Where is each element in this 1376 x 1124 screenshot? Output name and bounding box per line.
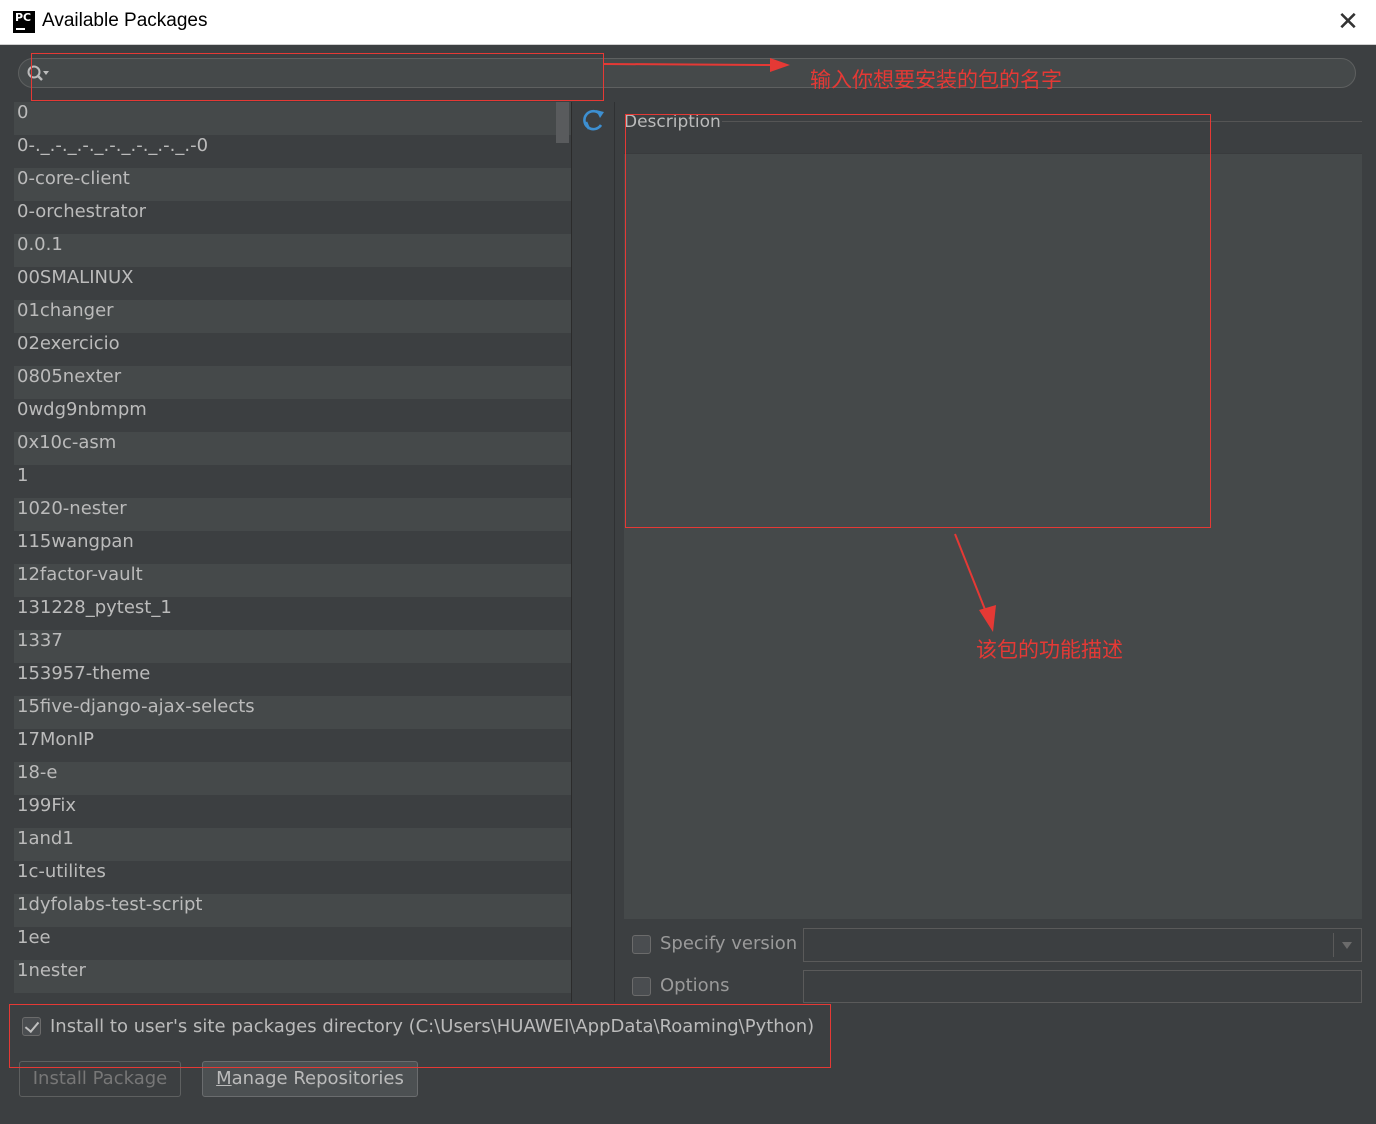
package-list-item[interactable]: 1ee [14, 927, 571, 960]
install-user-site-checkbox[interactable] [22, 1017, 41, 1036]
package-list-item[interactable]: 17MonIP [14, 729, 571, 762]
search-field[interactable] [18, 58, 1356, 88]
title-bar: PC Available Packages ✕ [0, 0, 1376, 45]
install-user-site-label[interactable]: Install to user's site packages director… [50, 1016, 814, 1037]
search-input[interactable] [55, 62, 1345, 84]
package-list-item[interactable]: 1dyfolabs-test-script [14, 894, 571, 927]
package-list-item[interactable]: 0-orchestrator [14, 201, 571, 234]
package-list-item[interactable]: 01changer [14, 300, 571, 333]
package-list-item[interactable]: 18-e [14, 762, 571, 795]
package-list-item[interactable]: 199Fix [14, 795, 571, 828]
package-list-item[interactable]: 0-core-client [14, 168, 571, 201]
specify-version-label[interactable]: Specify version [660, 933, 797, 954]
options-checkbox[interactable] [632, 977, 651, 996]
window-title: Available Packages [42, 10, 208, 31]
side-toolbar [571, 102, 614, 1002]
description-area [624, 153, 1362, 919]
specify-version-checkbox[interactable] [632, 935, 651, 954]
panel-splitter[interactable] [614, 102, 624, 1002]
package-list-item[interactable]: 00SMALINUX [14, 267, 571, 300]
manage-label-rest: anage Repositories [231, 1068, 404, 1089]
package-list-scrollbar[interactable] [556, 102, 569, 143]
description-label: Description [624, 112, 721, 132]
version-select-separator [1333, 933, 1334, 957]
package-list-item[interactable]: 1020-nester [14, 498, 571, 531]
package-list-item[interactable]: 0 [14, 102, 571, 135]
package-list-item[interactable]: 115wangpan [14, 531, 571, 564]
install-package-button[interactable]: Install Package [19, 1061, 181, 1097]
package-list-item[interactable]: 131228_pytest_1 [14, 597, 571, 630]
package-list-item[interactable]: 1337 [14, 630, 571, 663]
version-select[interactable] [803, 928, 1362, 962]
search-annotation-text: 输入你想要安装的包的名字 [810, 68, 1062, 92]
package-list-item[interactable]: 0805nexter [14, 366, 571, 399]
close-button[interactable]: ✕ [1334, 8, 1362, 36]
options-input[interactable] [803, 970, 1362, 1003]
description-divider [722, 121, 1362, 122]
package-list-item[interactable]: 1nester [14, 960, 571, 993]
package-list-item[interactable]: 12factor-vault [14, 564, 571, 597]
package-list-item[interactable]: 0wdg9nbmpm [14, 399, 571, 432]
chevron-down-icon[interactable] [1342, 942, 1352, 949]
package-list-item[interactable]: 02exercicio [14, 333, 571, 366]
package-list-item[interactable]: 1 [14, 465, 571, 498]
refresh-icon[interactable] [580, 108, 606, 134]
package-list-item[interactable]: 0-._.-._.-._.-._.-._.-._.-0 [14, 135, 571, 168]
package-list-item[interactable]: 0.0.1 [14, 234, 571, 267]
package-list[interactable]: 0 0-._.-._.-._.-._.-._.-._.-0 0-core-clien… [14, 102, 571, 1002]
package-list-item[interactable]: 153957-theme [14, 663, 571, 696]
package-list-item[interactable]: 1c-utilites [14, 861, 571, 894]
manage-mnemonic: M [216, 1068, 232, 1089]
package-list-item[interactable]: 1and1 [14, 828, 571, 861]
pycharm-logo-icon: PC [13, 11, 35, 33]
options-label[interactable]: Options [660, 975, 729, 996]
description-annotation-text: 该包的功能描述 [976, 638, 1123, 662]
manage-repositories-button[interactable]: Manage Repositories [202, 1061, 418, 1097]
package-list-item[interactable]: 0x10c-asm [14, 432, 571, 465]
search-icon[interactable] [26, 64, 50, 84]
package-list-item[interactable]: 15five-django-ajax-selects [14, 696, 571, 729]
